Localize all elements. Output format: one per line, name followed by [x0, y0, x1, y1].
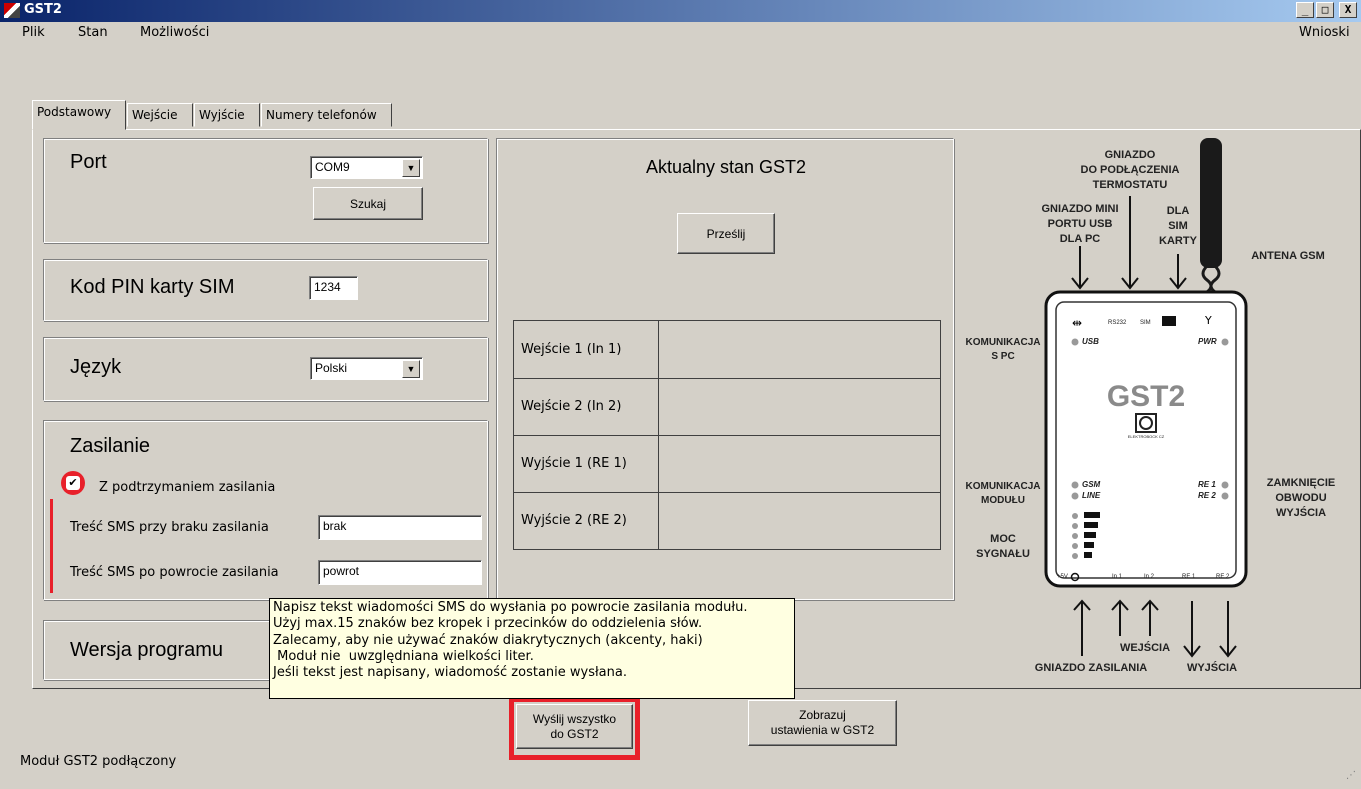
app-icon [4, 3, 20, 18]
status-text: Moduł GST2 podłączony [20, 754, 177, 769]
tab-outputs[interactable]: Wyjście [194, 103, 260, 127]
tab-inputs[interactable]: Wejście [127, 103, 193, 127]
signal-label: MOC SYGNAŁU [976, 533, 1030, 560]
sms-power-back-input[interactable]: powrot [318, 560, 482, 585]
re2-led-label: RE 2 [1198, 491, 1216, 500]
line-led-label: LINE [1082, 491, 1101, 500]
minimize-button[interactable]: _ [1296, 2, 1314, 18]
pwr-led-label: PWR [1198, 337, 1217, 346]
port-group: Port COM9 ▼ Szukaj [43, 138, 488, 243]
language-group: Język Polski ▼ [43, 337, 488, 401]
sim-slot-label: SIM [1140, 320, 1151, 326]
menu-file[interactable]: Plik [22, 25, 45, 40]
pin-re1-label: RE 1 [1182, 574, 1196, 580]
send-all-button[interactable]: Wyślij wszystko do GST2 [516, 704, 633, 749]
chevron-down-icon[interactable]: ▼ [402, 360, 420, 378]
pin-5v-label: +5V [1057, 574, 1068, 580]
show-settings-button[interactable]: Zobrazuj ustawienia w GST2 [748, 700, 897, 746]
table-row: Wejście 2 (In 2) [514, 378, 940, 436]
tooltip-line: Jeśli tekst jest napisany, wiadomość zos… [273, 665, 627, 681]
antenna-label: ANTENA GSM [1251, 250, 1325, 262]
device-name: GST2 [1106, 380, 1186, 413]
title-bar: GST2 _ □ X [0, 0, 1361, 22]
device-diagram: GNIAZDO DO PODŁĄCZENIA TERMOSTATU GNIAZDO … [960, 136, 1360, 696]
logo-caption: ELEKTROBOCK CZ [1127, 434, 1165, 439]
pin-group: Kod PIN karty SIM 1234 [43, 259, 488, 321]
send-all-line1: Wyślij wszystko [532, 711, 617, 726]
power-checkbox-label: Z podtrzymaniem zasilania [99, 480, 276, 495]
rs232-label: RS232 [1108, 320, 1127, 326]
version-label: Wersja programu [70, 639, 224, 661]
show-settings-line2: ustawienia w GST2 [770, 723, 875, 737]
power-label: Zasilanie [70, 435, 151, 457]
power-socket-label: GNIAZDO ZASILANIA [1034, 662, 1148, 674]
io-name: Wejście 2 (In 2) [514, 378, 659, 435]
sms-power-back-label: Treść SMS po powrocie zasilania [70, 565, 279, 580]
outputs-label: WYJŚCIA [1186, 662, 1238, 674]
language-label: Język [70, 356, 122, 378]
window-title: GST2 [24, 2, 62, 17]
show-settings-line1: Zobrazuj [799, 708, 846, 722]
thermostat-label: GNIAZDO DO PODŁĄCZENIA TERMOSTATU [1080, 149, 1180, 191]
tooltip: Napisz tekst wiadomości SMS do wysłania … [269, 598, 795, 699]
table-row: Wyjście 1 (RE 1) [514, 435, 940, 493]
tooltip-line: Zalecamy, aby nie używać znaków diakryty… [273, 632, 703, 648]
send-all-line2: do GST2 [550, 726, 599, 741]
pin-re2-label: RE 2 [1216, 574, 1230, 580]
io-name: Wejście 1 (In 1) [514, 321, 659, 378]
tooltip-line: Użyj max.15 znaków bez kropek i przecink… [273, 616, 703, 632]
chevron-down-icon[interactable]: ▼ [402, 159, 420, 177]
usb-led-label: USB [1082, 337, 1099, 346]
highlight-circle: ✔ [61, 471, 85, 495]
resize-grip-icon[interactable]: ⋰ [1346, 770, 1356, 781]
module-comm-label: KOMUNIKACJA MODUŁU [965, 481, 1041, 506]
language-value: Polski [315, 361, 348, 375]
menu-options[interactable]: Możliwości [140, 25, 209, 40]
power-checkbox[interactable]: ✔ [66, 476, 80, 490]
close-button[interactable]: X [1339, 2, 1357, 18]
table-row: Wyjście 2 (RE 2) [514, 492, 940, 549]
io-table: Wejście 1 (In 1) Wejście 2 (In 2) Wyjści… [513, 320, 941, 550]
output-close-label: ZAMKNIĘCIE OBWODU WYJŚCIA [1266, 477, 1336, 519]
port-value: COM9 [315, 160, 350, 174]
sim-label: DLA SIM KARTY [1159, 205, 1197, 247]
table-row: Wejście 1 (In 1) [514, 321, 940, 379]
status-bar: Moduł GST2 podłączony ⋰ [0, 748, 1361, 789]
tooltip-line: Moduł nie uwzględniana wielkości liter. [273, 648, 534, 664]
io-name: Wyjście 2 (RE 2) [514, 492, 659, 549]
pin-input[interactable]: 1234 [309, 276, 358, 300]
usb-port-icon: ⇹ [1072, 316, 1083, 330]
send-button[interactable]: Prześlij [677, 213, 775, 254]
menu-conclusions[interactable]: Wnioski [1299, 25, 1350, 40]
gsm-led-label: GSM [1082, 480, 1101, 489]
usb-label: GNIAZDO MINI PORTU USB DLA PC [1041, 203, 1119, 245]
pin-label: Kod PIN karty SIM [70, 276, 235, 298]
tab-phone-numbers[interactable]: Numery telefonów [261, 103, 392, 127]
tab-basic[interactable]: Podstawowy [32, 100, 126, 130]
pin-in2-label: In 2 [1144, 574, 1155, 580]
pin-in1-label: In 1 [1112, 574, 1123, 580]
menu-state[interactable]: Stan [78, 25, 108, 40]
port-label: Port [70, 151, 107, 173]
tooltip-line: Napisz tekst wiadomości SMS do wysłania … [273, 600, 748, 615]
highlight-bar [50, 499, 53, 593]
search-button[interactable]: Szukaj [313, 187, 423, 220]
language-select[interactable]: Polski ▼ [310, 357, 423, 380]
sms-no-power-input[interactable]: brak [318, 515, 482, 540]
state-title: Aktualny stan GST2 [645, 157, 807, 177]
inputs-label: WEJŚCIA [1119, 642, 1171, 654]
io-name: Wyjście 1 (RE 1) [514, 435, 659, 492]
pc-comm-label: KOMUNIKACJA S PC [965, 337, 1041, 362]
power-group: Zasilanie ✔ Z podtrzymaniem zasilania Tr… [43, 420, 488, 600]
re1-led-label: RE 1 [1198, 480, 1216, 489]
menu-bar: Plik Stan Możliwości Wnioski [0, 22, 1361, 44]
sms-no-power-label: Treść SMS przy braku zasilania [70, 520, 269, 535]
port-select[interactable]: COM9 ▼ [310, 156, 423, 179]
maximize-button[interactable]: □ [1316, 2, 1334, 18]
antenna-icon: Y [1205, 314, 1212, 327]
